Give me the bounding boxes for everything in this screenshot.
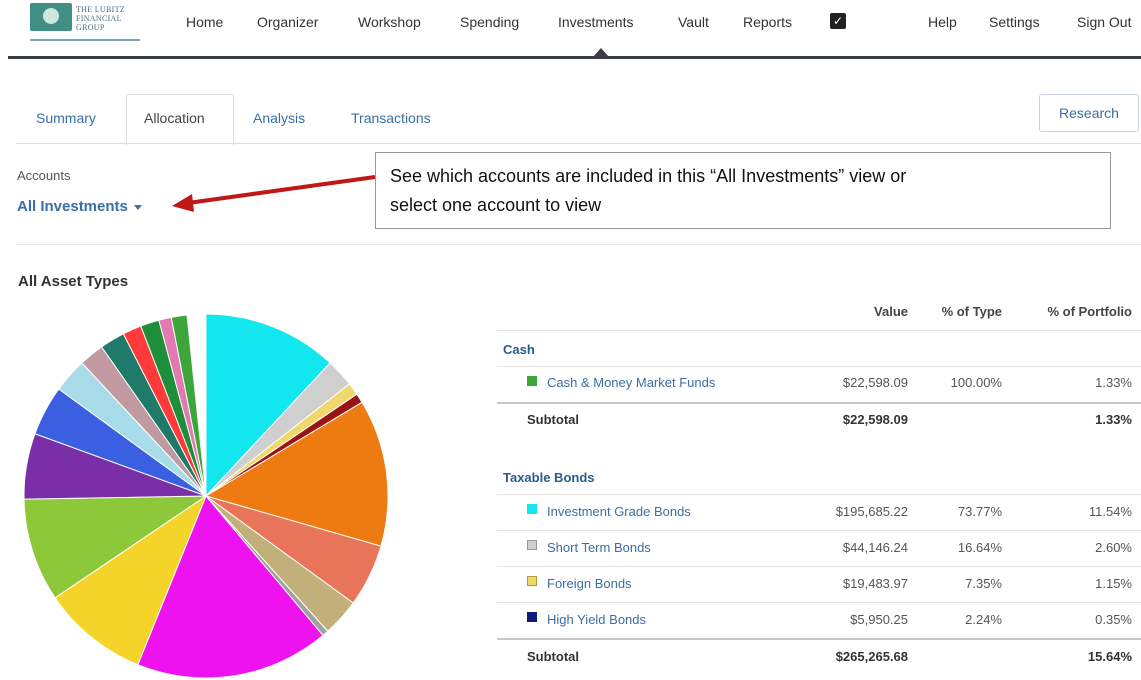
table-row[interactable]: Short Term Bonds $44,146.24 16.64% 2.60% [497, 532, 1141, 566]
nav-investments[interactable]: Investments [558, 14, 633, 30]
nav-reports[interactable]: Reports [743, 14, 792, 30]
row-name[interactable]: Short Term Bonds [547, 540, 651, 555]
nav-vault[interactable]: Vault [678, 14, 709, 30]
table-row[interactable]: Investment Grade Bonds $195,685.22 73.77… [497, 496, 1141, 530]
logo-tagline-rule [30, 39, 140, 41]
nav-divider [8, 56, 1141, 59]
nav-sign-out[interactable]: Sign Out [1077, 14, 1131, 30]
group-cash: Cash [503, 342, 535, 357]
tab-summary[interactable]: Summary [36, 110, 96, 126]
row-pct-portfolio: 1.15% [1095, 576, 1132, 591]
row-pct-type: 73.77% [957, 504, 1002, 519]
nav-spending[interactable]: Spending [460, 14, 519, 30]
row-name[interactable]: Cash & Money Market Funds [547, 375, 715, 390]
row-pct-type: 16.64% [957, 540, 1002, 555]
research-button[interactable]: Research [1039, 94, 1139, 132]
logo-tree-icon [30, 3, 72, 31]
row-rule [497, 494, 1141, 495]
nav-home[interactable]: Home [186, 14, 223, 30]
row-rule [497, 530, 1141, 531]
check-icon[interactable]: ✓ [830, 13, 846, 29]
company-logo[interactable]: THE LUBITZ FINANCIAL GROUP [30, 3, 145, 45]
subtotal-label: Subtotal [527, 649, 579, 664]
subtotal-row: Subtotal $265,265.68 15.64% [497, 640, 1141, 670]
group-taxable-bonds: Taxable Bonds [503, 470, 595, 485]
tab-transactions[interactable]: Transactions [351, 110, 431, 126]
callout-line-1: See which accounts are included in this … [390, 166, 907, 186]
active-nav-caret-icon [593, 48, 609, 57]
top-nav: THE LUBITZ FINANCIAL GROUP Home Organize… [0, 0, 1141, 59]
legend-swatch [527, 504, 537, 514]
row-value: $19,483.97 [842, 576, 908, 591]
row-pct-portfolio: 11.54% [1088, 504, 1132, 519]
legend-swatch [527, 612, 537, 622]
tabs-underline [16, 143, 1141, 144]
row-pct-type: 7.35% [965, 576, 1002, 591]
col-value: Value [874, 304, 908, 319]
accounts-dropdown-value: All Investments [17, 198, 128, 215]
asset-allocation-pie[interactable] [10, 310, 410, 680]
nav-organizer[interactable]: Organizer [257, 14, 318, 30]
row-value: $5,950.25 [850, 612, 908, 627]
section-divider [16, 244, 1141, 245]
row-name[interactable]: Foreign Bonds [547, 576, 632, 591]
asset-types-title: All Asset Types [18, 273, 129, 290]
logo-line-1: THE LUBITZ [76, 5, 125, 14]
col-pct-type: % of Type [941, 304, 1002, 319]
row-rule [497, 566, 1141, 567]
callout-arrow [172, 175, 376, 212]
tab-analysis[interactable]: Analysis [253, 110, 305, 126]
subtotal-pct-portfolio: 1.33% [1095, 412, 1132, 427]
subtotal-row: Subtotal $22,598.09 1.33% [497, 404, 1141, 434]
chevron-down-icon [133, 204, 142, 210]
row-value: $44,146.24 [842, 540, 908, 555]
legend-swatch [527, 376, 537, 386]
legend-swatch [527, 576, 537, 586]
accounts-dropdown[interactable]: All Investments [17, 198, 142, 215]
table-row[interactable]: High Yield Bonds $5,950.25 2.24% 0.35% [497, 604, 1141, 638]
row-name[interactable]: Investment Grade Bonds [547, 504, 691, 519]
subtotal-label: Subtotal [527, 412, 579, 427]
row-rule [497, 366, 1141, 367]
row-pct-type: 2.24% [965, 612, 1002, 627]
row-rule [497, 602, 1141, 603]
nav-settings[interactable]: Settings [989, 14, 1040, 30]
row-value: $22,598.09 [842, 375, 908, 390]
header-rule [497, 330, 1141, 331]
row-pct-portfolio: 2.60% [1095, 540, 1132, 555]
table-row[interactable]: Cash & Money Market Funds $22,598.09 100… [497, 368, 1141, 402]
logo-line-3: GROUP [76, 23, 105, 32]
nav-workshop[interactable]: Workshop [358, 14, 421, 30]
tab-allocation[interactable]: Allocation [144, 110, 205, 126]
nav-help[interactable]: Help [928, 14, 957, 30]
subtotal-value: $265,265.68 [835, 649, 908, 664]
table-row[interactable]: Foreign Bonds $19,483.97 7.35% 1.15% [497, 568, 1141, 602]
subtotal-pct-portfolio: 15.64% [1087, 649, 1132, 664]
subtotal-value: $22,598.09 [842, 412, 908, 427]
row-pct-portfolio: 0.35% [1095, 612, 1132, 627]
row-pct-type: 100.00% [950, 375, 1002, 390]
logo-line-2: FINANCIAL [76, 14, 122, 23]
col-pct-portfolio: % of Portfolio [1047, 304, 1133, 319]
legend-swatch [527, 540, 537, 550]
row-pct-portfolio: 1.33% [1095, 375, 1132, 390]
callout-line-2: select one account to view [390, 195, 602, 215]
row-value: $195,685.22 [835, 504, 908, 519]
row-name[interactable]: High Yield Bonds [547, 612, 646, 627]
accounts-label: Accounts [17, 168, 71, 183]
annotation-callout: See which accounts are included in this … [375, 152, 1111, 229]
